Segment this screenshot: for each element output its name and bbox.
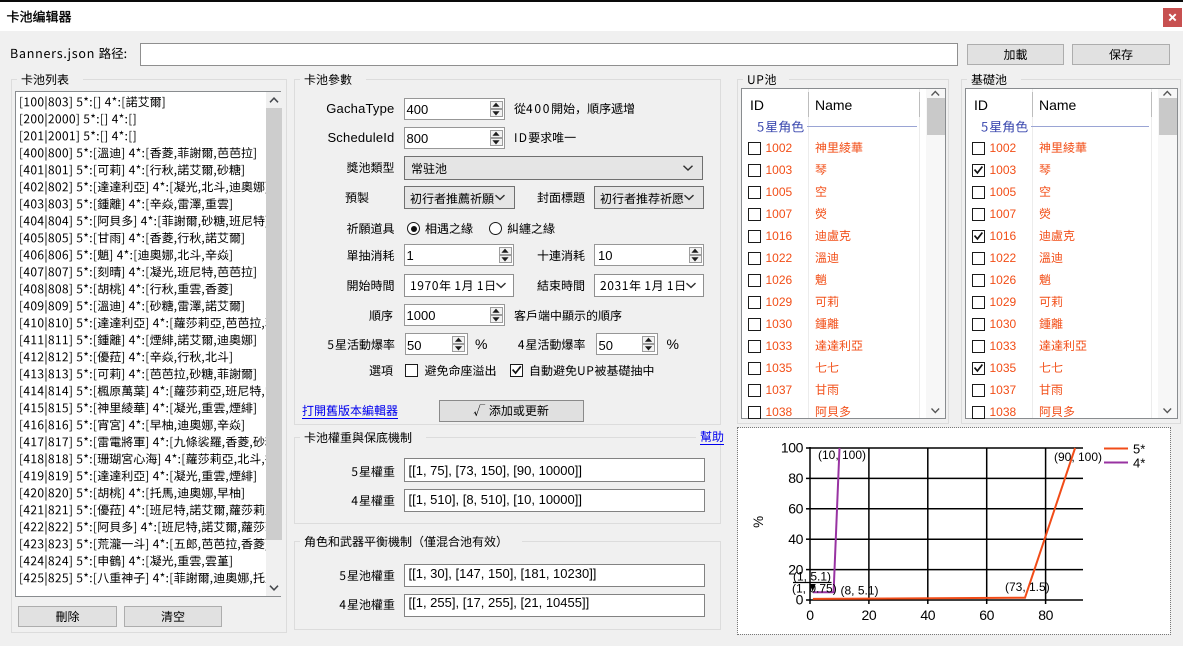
svg-text:%: % [751, 516, 766, 528]
svg-text:60: 60 [788, 501, 803, 517]
svg-text:0: 0 [806, 607, 814, 623]
svg-text:(73, 1.5): (73, 1.5) [1005, 580, 1050, 594]
svg-text:(10, 100): (10, 100) [818, 448, 866, 462]
svg-text:(8, 5.1): (8, 5.1) [841, 584, 879, 598]
svg-text:100: 100 [781, 440, 804, 456]
svg-text:80: 80 [1038, 607, 1053, 623]
svg-text:40: 40 [920, 607, 935, 623]
svg-text:60: 60 [979, 607, 994, 623]
svg-text:(90, 100): (90, 100) [1054, 450, 1102, 464]
svg-text:(1, 0.75): (1, 0.75) [792, 582, 837, 596]
svg-text:4*: 4* [1133, 456, 1145, 471]
svg-text:20: 20 [862, 607, 877, 623]
svg-text:5*: 5* [1133, 442, 1145, 457]
svg-text:40: 40 [788, 531, 803, 547]
svg-text:80: 80 [788, 470, 803, 486]
